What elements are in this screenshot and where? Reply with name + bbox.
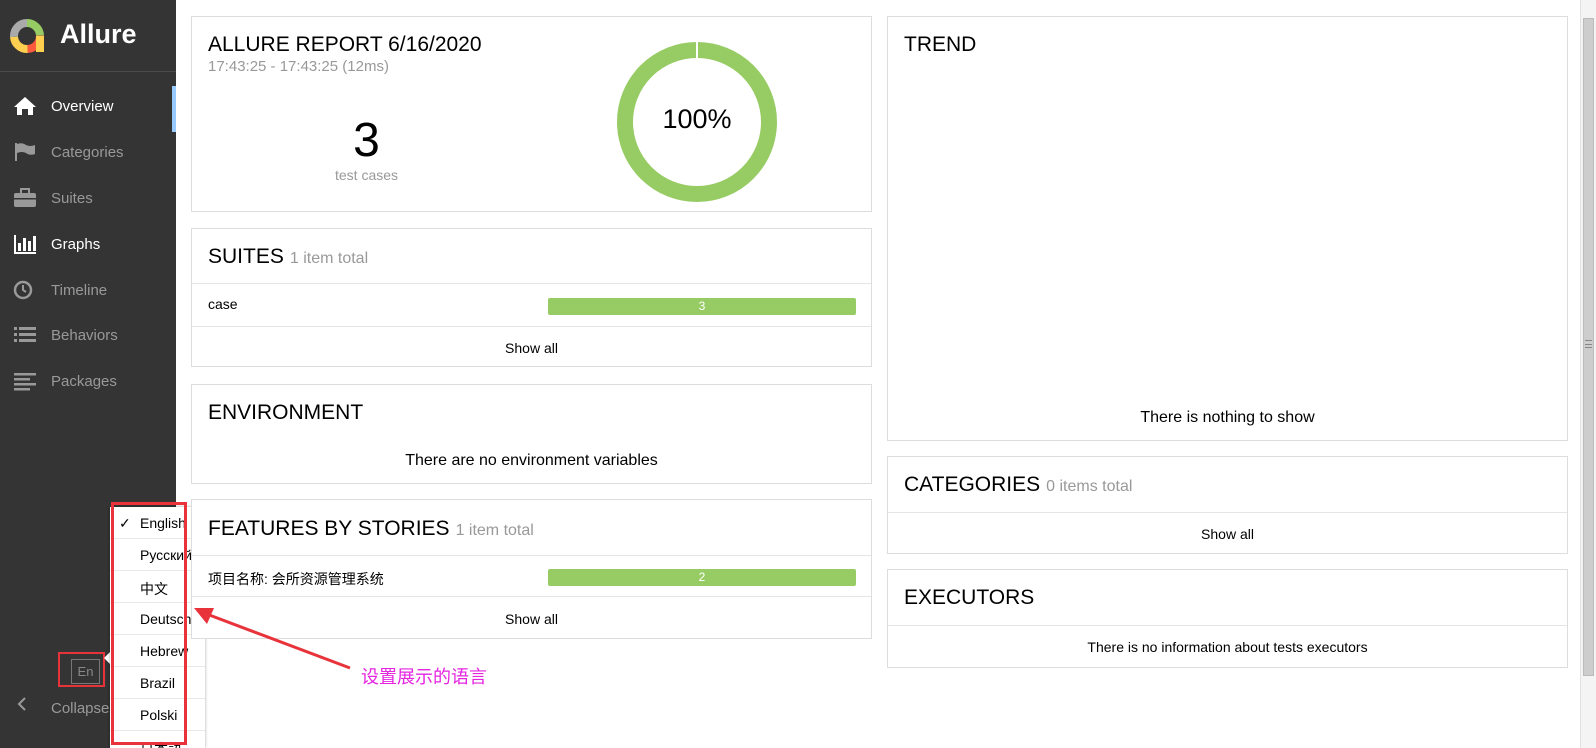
briefcase-icon (14, 188, 36, 207)
sidebar-item-overview[interactable]: Overview (0, 86, 176, 132)
categories-widget: CATEGORIES 0 items total Show all (887, 456, 1568, 554)
allure-logo-icon (10, 19, 44, 53)
features-title: FEATURES BY STORIES 1 item total (208, 517, 534, 541)
sidebar-item-label: Graphs (51, 236, 101, 253)
trend-title: TREND (904, 33, 977, 56)
pass-rate: 100% (662, 104, 732, 134)
categories-count: 0 items total (1046, 478, 1133, 495)
environment-widget: ENVIRONMENT There are no environment var… (191, 384, 872, 484)
trend-empty-text: There is nothing to show (1140, 409, 1315, 426)
suites-count: 1 item total (289, 250, 369, 267)
sidebar-item-graphs[interactable]: Graphs (0, 224, 176, 264)
collapse-label: Collapse (51, 700, 110, 717)
environment-empty-text: There are no environment variables (405, 452, 658, 469)
sidebar-item-label: Categories (51, 144, 124, 161)
list-icon (14, 327, 36, 342)
suite-row-bar[interactable]: 3 (548, 298, 856, 315)
sidebar-item-label: Behaviors (51, 327, 118, 344)
feature-row-bar[interactable]: 2 (548, 569, 856, 586)
sidebar-item-label: Packages (51, 373, 117, 390)
sidebar-item-categories[interactable]: Categories (0, 132, 176, 172)
report-time-range: 17:43:25 - 17:43:25 (12ms) (208, 58, 389, 75)
divider (192, 283, 871, 284)
flag-icon (15, 143, 35, 161)
executors-empty-text: There is no information about tests exec… (1087, 639, 1368, 655)
categories-title-text: CATEGORIES (904, 473, 1041, 496)
sidebar-item-suites[interactable]: Suites (0, 178, 176, 218)
report-title: ALLURE REPORT 6/16/2020 (208, 33, 482, 56)
language-button-highlight (58, 652, 105, 687)
scrollbar-grip-icon (1585, 340, 1592, 348)
feature-row-name[interactable]: 项目名称: 会所资源管理系统 (208, 569, 384, 589)
categories-title: CATEGORIES 0 items total (904, 473, 1132, 497)
environment-title: ENVIRONMENT (208, 401, 364, 424)
divider (192, 326, 871, 327)
summary-widget: ALLURE REPORT 6/16/2020 17:43:25 - 17:43… (191, 16, 872, 212)
divider (192, 555, 871, 556)
suites-show-all-link[interactable]: Show all (192, 340, 871, 356)
home-icon (14, 97, 36, 115)
sidebar-item-label: Timeline (51, 282, 108, 299)
features-count: 1 item total (455, 522, 534, 539)
trend-widget: TREND There is nothing to show (887, 16, 1568, 441)
sidebar-item-behaviors[interactable]: Behaviors (0, 315, 176, 355)
annotation-arrow-icon (194, 608, 351, 670)
executors-title: EXECUTORS (904, 586, 1035, 609)
sidebar-item-label: Suites (51, 190, 93, 207)
sidebar-item-timeline[interactable]: Timeline (0, 270, 176, 310)
divider (192, 596, 871, 597)
divider (888, 625, 1567, 626)
bar-chart-icon (14, 235, 36, 254)
divider (888, 512, 1567, 513)
sidebar-item-label: Overview (51, 98, 114, 115)
executors-widget: EXECUTORS There is no information about … (887, 569, 1568, 668)
suites-title: SUITES 1 item total (208, 245, 368, 269)
test-case-count-label: test cases (334, 167, 399, 183)
suites-widget: SUITES 1 item total case 3 Show all (191, 228, 872, 367)
suite-row-name[interactable]: case (208, 296, 238, 312)
language-menu-highlight (111, 502, 187, 745)
clock-icon (13, 280, 33, 300)
brand-name: Allure (60, 19, 137, 49)
categories-show-all-link[interactable]: Show all (888, 526, 1567, 542)
features-title-text: FEATURES BY STORIES (208, 517, 450, 540)
annotation-text: 设置展示的语言 (361, 667, 487, 687)
sidebar-item-packages[interactable]: Packages (0, 361, 176, 401)
align-left-icon (14, 373, 36, 391)
test-case-count: 3 (353, 114, 380, 167)
chevron-left-icon (17, 697, 26, 711)
brand[interactable]: Allure (0, 0, 176, 72)
suites-title-text: SUITES (208, 245, 284, 268)
